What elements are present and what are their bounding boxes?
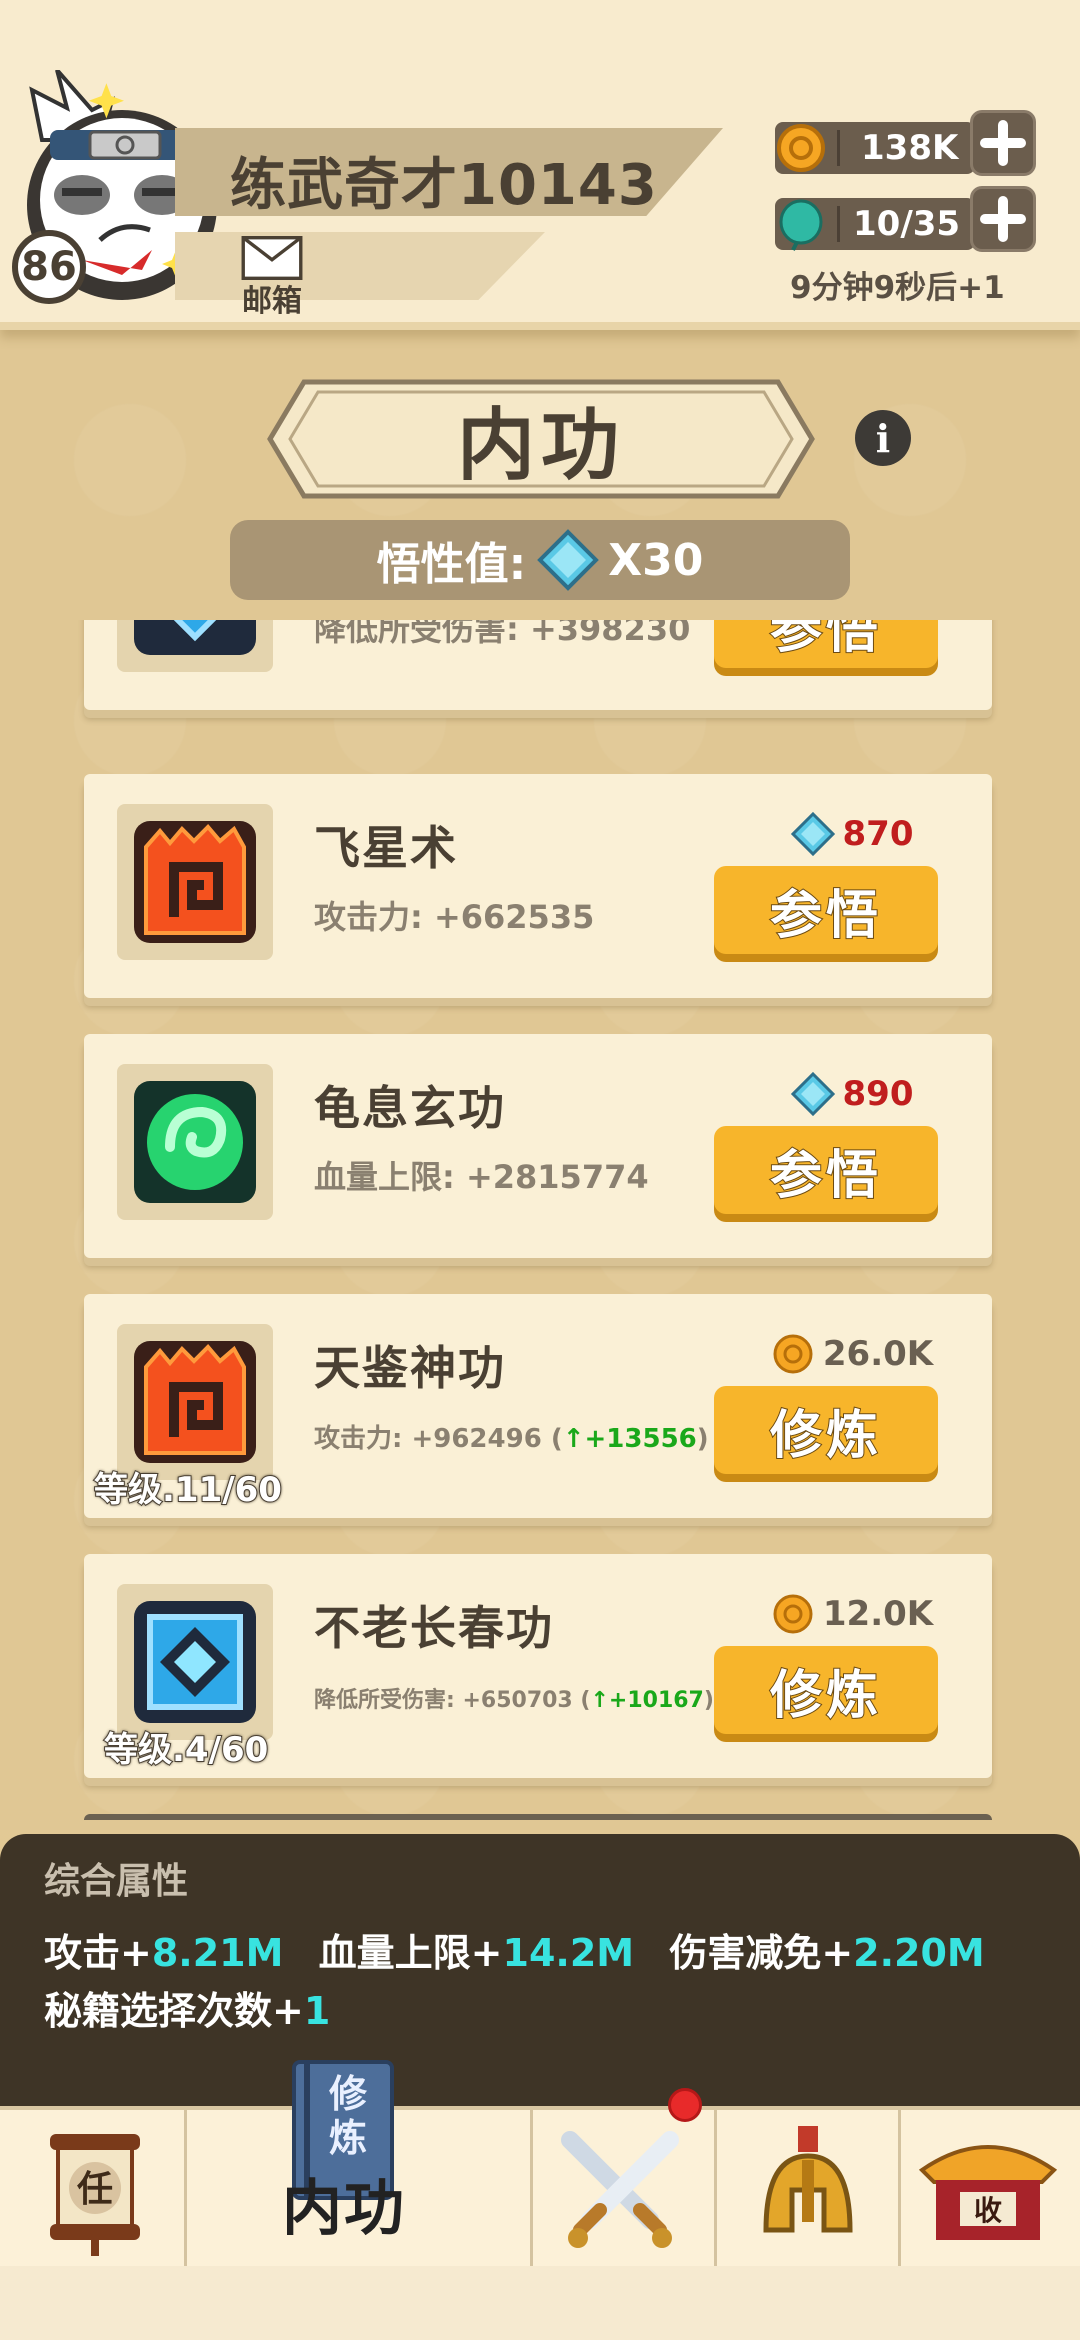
coin-counter: 138K [775,122,975,174]
skill-level: 等级.4/60 [103,1729,269,1771]
skill-name: 龟息玄功 [314,1081,506,1135]
skill-stat: 降低所受伤害: +650703 (↑+10167) [314,1688,714,1713]
stat-increase: ↑+10167 [590,1688,704,1713]
cost-value: 26.0K [822,1334,934,1374]
info-button[interactable]: i [855,410,911,466]
insight-gem-icon [790,812,835,856]
cost-value: 870 [842,814,914,854]
crossed-swords-icon [561,2131,679,2248]
task-scroll-icon: 任 [50,2134,140,2256]
nav-shop-tab[interactable]: 收 [918,2120,1058,2260]
energy-counter: 10/35 [775,198,975,251]
summary-line-1: 攻击+8.21M 血量上限+14.2M 伤害减免+2.20M [44,1931,985,1975]
skill-card-edge [84,1814,992,1820]
nav-equipment-tab[interactable] [748,2120,868,2260]
nav-neigong-tab-label[interactable]: 内功 [282,2160,406,2247]
skill-icon-box [117,1064,273,1220]
summary-title: 综合属性 [44,1861,189,1902]
energy-timer: 9分钟9秒后+1 [790,270,1005,306]
svg-text:收: 收 [974,2194,1002,2227]
comprehend-button[interactable]: 参悟 [714,866,938,954]
coin-icon [773,1594,813,1634]
insight-label: 悟性值: [376,539,527,590]
skill-card: 等级.11/60 天鉴神功 攻击力: +962496 (↑+13556) 26.… [84,1294,992,1518]
coin-icon [773,1334,813,1374]
skill-icon-box [117,804,273,960]
skill-card: 龟息玄功 血量上限: +2815774 890 参悟 [84,1034,992,1258]
book-title: 修炼 [328,2072,367,2160]
flame-scroll-icon [134,1341,256,1463]
helmet-icon [763,2126,853,2233]
add-energy-button[interactable] [970,186,1036,252]
coin-icon [777,124,825,172]
player-level-badge: 86 [12,230,86,304]
skill-name: 不老长春功 [314,1601,554,1655]
plus-icon [980,196,1026,242]
bottom-safe-area [0,2266,1080,2340]
mail-button[interactable]: 邮箱 [232,236,312,320]
insight-gem-icon [537,529,600,591]
shield-sigil-icon [134,620,256,655]
skill-name: 天鉴神功 [314,1341,506,1395]
skill-icon-box [117,1584,273,1740]
skill-cost: 890 [752,1072,952,1116]
add-coins-button[interactable] [970,110,1036,176]
green-orb-icon [134,1081,256,1203]
skill-stat: 攻击力: +662535 [314,898,595,936]
nav-battle-tab[interactable] [550,2120,690,2260]
skill-stat: 降低所受伤害: +398230 [314,620,691,648]
skill-card: 降低所受伤害: +398230 参悟 [84,620,992,710]
nav-tasks-tab[interactable]: 任 [40,2120,150,2260]
attack-value: 8.21M [151,1931,284,1975]
cost-value: 890 [842,1074,914,1114]
flame-scroll-icon [134,821,256,943]
skill-stat: 攻击力: +962496 (↑+13556) [314,1424,709,1454]
comprehend-button[interactable]: 参悟 [714,1126,938,1214]
page-title: 内功 [456,401,625,491]
comprehend-button[interactable]: 参悟 [714,620,938,668]
skill-card: 飞星术 攻击力: +662535 870 参悟 [84,774,992,998]
shield-sigil-icon [134,1601,256,1723]
skill-cost: 12.0K [752,1592,952,1636]
skill-card: 等级.4/60 不老长春功 降低所受伤害: +650703 (↑+10167) … [84,1554,992,1778]
player-name: 练武奇才10143 [230,153,658,218]
skill-name: 飞星术 [314,821,458,875]
energy-value: 10/35 [853,204,961,244]
train-button[interactable]: 修炼 [714,1646,938,1734]
energy-orb-icon [779,199,823,251]
skill-cost: 870 [752,812,952,856]
skill-stat: 血量上限: +2815774 [314,1158,649,1196]
summary-line-2: 秘籍选择次数+1 [44,1989,331,2033]
skill-icon-box [117,620,273,672]
stat-increase: ↑+13556 [562,1424,697,1454]
damage-reduction-value: 2.20M [853,1931,985,1975]
skill-level: 等级.11/60 [93,1469,283,1511]
shop-building-icon: 收 [918,2145,1058,2240]
summary-panel: 综合属性 攻击+8.21M 血量上限+14.2M 伤害减免+2.20M 秘籍选择… [0,1834,1080,2110]
svg-text:任: 任 [77,2169,113,2210]
train-button[interactable]: 修炼 [714,1386,938,1474]
bottom-nav: 任 收 [0,2106,1080,2270]
skill-cost: 26.0K [752,1332,952,1376]
envelope-icon [241,236,303,280]
insight-bar: 悟性值: X30 [230,520,850,600]
choices-value: 1 [303,1989,331,2033]
notification-dot [668,2088,702,2122]
plus-icon [980,120,1026,166]
cost-value: 12.0K [822,1594,934,1634]
hp-value: 14.2M [502,1931,635,1975]
coin-value: 138K [861,128,959,168]
insight-gem-icon [790,1072,835,1116]
mail-label: 邮箱 [242,284,302,319]
skill-icon-box [117,1324,273,1480]
insight-value: X30 [608,534,704,586]
skill-list[interactable]: 降低所受伤害: +398230 参悟 飞星术 攻击力: +662535 870 … [0,620,1080,1820]
